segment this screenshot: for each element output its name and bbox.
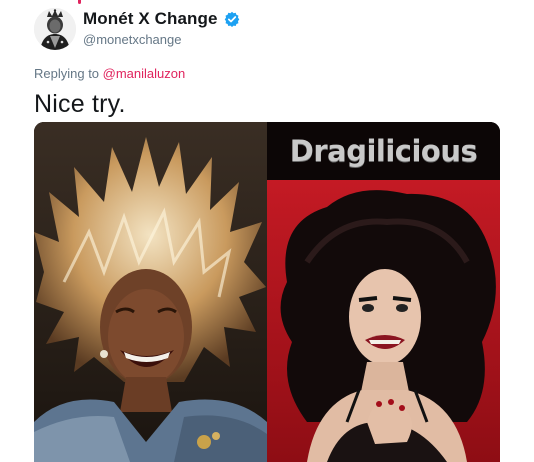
crowned-portrait-avatar-icon xyxy=(34,8,76,50)
dragilicious-watermark: Dragilicious xyxy=(289,134,478,168)
tweet-card: Monét X Change @monetxchange Replying to… xyxy=(0,0,534,462)
accent-strip xyxy=(78,0,81,4)
right-photo[interactable]: Dragilicious xyxy=(267,122,500,462)
right-photo-illustration xyxy=(267,122,500,462)
avatar[interactable] xyxy=(34,8,76,50)
author-display-name[interactable]: Monét X Change xyxy=(83,9,218,29)
verified-badge-icon xyxy=(224,11,240,27)
reply-context: Replying to @manilaluzon xyxy=(34,66,185,81)
tweet-media[interactable]: Dragilicious xyxy=(34,122,500,462)
left-photo-illustration xyxy=(34,122,267,462)
reply-mention-link[interactable]: @manilaluzon xyxy=(103,66,186,81)
reply-context-prefix: Replying to xyxy=(34,66,103,81)
author-handle[interactable]: @monetxchange xyxy=(83,32,181,47)
left-photo[interactable] xyxy=(34,122,267,462)
author-name-row: Monét X Change xyxy=(83,8,240,30)
tweet-text: Nice try. xyxy=(34,90,126,118)
